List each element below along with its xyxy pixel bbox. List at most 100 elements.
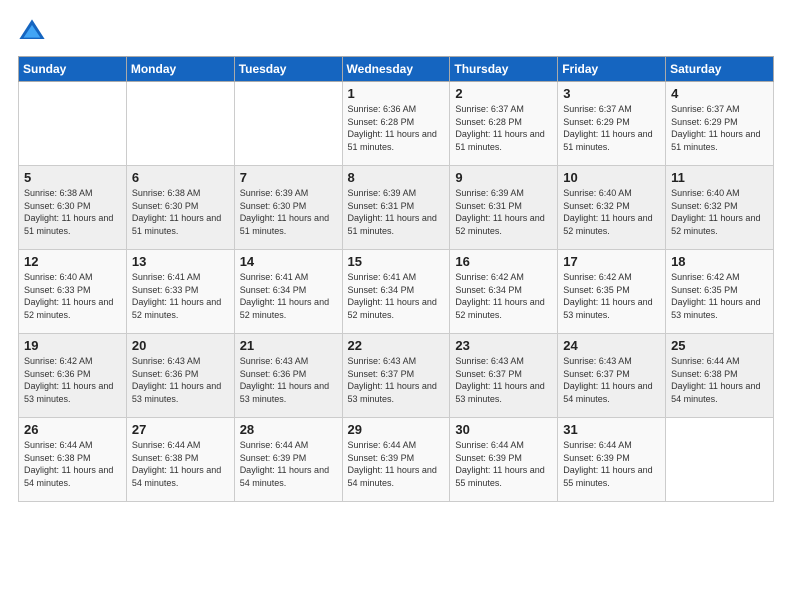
- week-row-4: 19 Sunrise: 6:42 AM Sunset: 6:36 PM Dayli…: [19, 334, 774, 418]
- day-cell: 21Sunrise: 6:43 AM Sunset: 6:36 PM Dayli…: [234, 334, 342, 418]
- day-info: Sunrise: 6:44 AM Sunset: 6:39 PM Dayligh…: [348, 439, 445, 489]
- day-cell: 28 Sunrise: 6:44 AM Sunset: 6:39 PM Dayli…: [234, 418, 342, 502]
- day-info: Sunrise: 6:43 AM Sunset: 6:37 PM Dayligh…: [348, 355, 445, 405]
- day-cell: 2 Sunrise: 6:37 AM Sunset: 6:28 PM Daylig…: [450, 82, 558, 166]
- day-cell: 24 Sunrise: 6:43 AM Sunset: 6:37 PM Dayli…: [558, 334, 666, 418]
- weekday-friday: Friday: [558, 57, 666, 82]
- day-number: 25: [671, 338, 768, 353]
- day-number: 31: [563, 422, 660, 437]
- day-info: Sunrise: 6:42 AM Sunset: 6:34 PM Dayligh…: [455, 271, 552, 321]
- day-cell: 15 Sunrise: 6:41 AM Sunset: 6:34 PM Dayli…: [342, 250, 450, 334]
- logo: [18, 18, 48, 46]
- day-number: 30: [455, 422, 552, 437]
- day-info: Sunrise: 6:44 AM Sunset: 6:38 PM Dayligh…: [132, 439, 229, 489]
- day-number: 6: [132, 170, 229, 185]
- day-number: 10: [563, 170, 660, 185]
- day-number: 9: [455, 170, 552, 185]
- page: SundayMondayTuesdayWednesdayThursdayFrid…: [0, 0, 792, 612]
- day-info: Sunrise: 6:39 AM Sunset: 6:31 PM Dayligh…: [455, 187, 552, 237]
- day-number: 2: [455, 86, 552, 101]
- day-cell: [234, 82, 342, 166]
- day-cell: 12Sunrise: 6:40 AM Sunset: 6:33 PM Dayli…: [19, 250, 127, 334]
- day-info: Sunrise: 6:38 AM Sunset: 6:30 PM Dayligh…: [24, 187, 121, 237]
- day-info: Sunrise: 6:43 AM Sunset: 6:37 PM Dayligh…: [455, 355, 552, 405]
- day-cell: 26 Sunrise: 6:44 AM Sunset: 6:38 PM Dayli…: [19, 418, 127, 502]
- day-cell: 9 Sunrise: 6:39 AM Sunset: 6:31 PM Daylig…: [450, 166, 558, 250]
- day-info: Sunrise: 6:43 AM Sunset: 6:36 PM Dayligh…: [240, 355, 337, 405]
- day-info: Sunrise: 6:40 AM Sunset: 6:32 PM Dayligh…: [671, 187, 768, 237]
- day-cell: [666, 418, 774, 502]
- day-number: 27: [132, 422, 229, 437]
- day-cell: 8Sunrise: 6:39 AM Sunset: 6:31 PM Daylig…: [342, 166, 450, 250]
- weekday-header-row: SundayMondayTuesdayWednesdayThursdayFrid…: [19, 57, 774, 82]
- day-cell: 6 Sunrise: 6:38 AM Sunset: 6:30 PM Daylig…: [126, 166, 234, 250]
- day-number: 24: [563, 338, 660, 353]
- day-number: 4: [671, 86, 768, 101]
- calendar: SundayMondayTuesdayWednesdayThursdayFrid…: [18, 56, 774, 502]
- week-row-5: 26 Sunrise: 6:44 AM Sunset: 6:38 PM Dayli…: [19, 418, 774, 502]
- day-info: Sunrise: 6:43 AM Sunset: 6:36 PM Dayligh…: [132, 355, 229, 405]
- day-info: Sunrise: 6:40 AM Sunset: 6:33 PM Dayligh…: [24, 271, 121, 321]
- day-cell: 29 Sunrise: 6:44 AM Sunset: 6:39 PM Dayli…: [342, 418, 450, 502]
- day-info: Sunrise: 6:41 AM Sunset: 6:34 PM Dayligh…: [240, 271, 337, 321]
- day-info: Sunrise: 6:40 AM Sunset: 6:32 PM Dayligh…: [563, 187, 660, 237]
- day-cell: 22Sunrise: 6:43 AM Sunset: 6:37 PM Dayli…: [342, 334, 450, 418]
- day-info: Sunrise: 6:42 AM Sunset: 6:35 PM Dayligh…: [563, 271, 660, 321]
- day-cell: [19, 82, 127, 166]
- day-info: Sunrise: 6:39 AM Sunset: 6:30 PM Dayligh…: [240, 187, 337, 237]
- weekday-sunday: Sunday: [19, 57, 127, 82]
- header: [18, 18, 774, 46]
- day-info: Sunrise: 6:36 AM Sunset: 6:28 PM Dayligh…: [348, 103, 445, 153]
- day-info: Sunrise: 6:38 AM Sunset: 6:30 PM Dayligh…: [132, 187, 229, 237]
- day-cell: 16 Sunrise: 6:42 AM Sunset: 6:34 PM Dayli…: [450, 250, 558, 334]
- day-cell: 18Sunrise: 6:42 AM Sunset: 6:35 PM Dayli…: [666, 250, 774, 334]
- day-number: 18: [671, 254, 768, 269]
- weekday-tuesday: Tuesday: [234, 57, 342, 82]
- day-cell: 27 Sunrise: 6:44 AM Sunset: 6:38 PM Dayli…: [126, 418, 234, 502]
- day-info: Sunrise: 6:37 AM Sunset: 6:28 PM Dayligh…: [455, 103, 552, 153]
- day-cell: 10 Sunrise: 6:40 AM Sunset: 6:32 PM Dayli…: [558, 166, 666, 250]
- day-info: Sunrise: 6:37 AM Sunset: 6:29 PM Dayligh…: [563, 103, 660, 153]
- day-number: 20: [132, 338, 229, 353]
- day-number: 7: [240, 170, 337, 185]
- day-cell: 19 Sunrise: 6:42 AM Sunset: 6:36 PM Dayli…: [19, 334, 127, 418]
- day-number: 14: [240, 254, 337, 269]
- day-number: 11: [671, 170, 768, 185]
- day-cell: 17Sunrise: 6:42 AM Sunset: 6:35 PM Dayli…: [558, 250, 666, 334]
- day-cell: [126, 82, 234, 166]
- week-row-3: 12Sunrise: 6:40 AM Sunset: 6:33 PM Dayli…: [19, 250, 774, 334]
- day-info: Sunrise: 6:44 AM Sunset: 6:38 PM Dayligh…: [671, 355, 768, 405]
- day-number: 15: [348, 254, 445, 269]
- day-number: 26: [24, 422, 121, 437]
- day-info: Sunrise: 6:41 AM Sunset: 6:34 PM Dayligh…: [348, 271, 445, 321]
- weekday-wednesday: Wednesday: [342, 57, 450, 82]
- day-info: Sunrise: 6:41 AM Sunset: 6:33 PM Dayligh…: [132, 271, 229, 321]
- day-number: 16: [455, 254, 552, 269]
- day-cell: 1Sunrise: 6:36 AM Sunset: 6:28 PM Daylig…: [342, 82, 450, 166]
- day-cell: 14 Sunrise: 6:41 AM Sunset: 6:34 PM Dayli…: [234, 250, 342, 334]
- week-row-2: 5 Sunrise: 6:38 AM Sunset: 6:30 PM Daylig…: [19, 166, 774, 250]
- day-cell: 31Sunrise: 6:44 AM Sunset: 6:39 PM Dayli…: [558, 418, 666, 502]
- weekday-thursday: Thursday: [450, 57, 558, 82]
- day-info: Sunrise: 6:44 AM Sunset: 6:38 PM Dayligh…: [24, 439, 121, 489]
- day-cell: 25 Sunrise: 6:44 AM Sunset: 6:38 PM Dayli…: [666, 334, 774, 418]
- day-info: Sunrise: 6:44 AM Sunset: 6:39 PM Dayligh…: [240, 439, 337, 489]
- weekday-saturday: Saturday: [666, 57, 774, 82]
- logo-icon: [18, 18, 46, 46]
- day-cell: 30Sunrise: 6:44 AM Sunset: 6:39 PM Dayli…: [450, 418, 558, 502]
- day-number: 19: [24, 338, 121, 353]
- day-info: Sunrise: 6:42 AM Sunset: 6:36 PM Dayligh…: [24, 355, 121, 405]
- weekday-monday: Monday: [126, 57, 234, 82]
- day-cell: 3Sunrise: 6:37 AM Sunset: 6:29 PM Daylig…: [558, 82, 666, 166]
- day-number: 23: [455, 338, 552, 353]
- day-number: 8: [348, 170, 445, 185]
- day-number: 5: [24, 170, 121, 185]
- day-number: 29: [348, 422, 445, 437]
- day-number: 28: [240, 422, 337, 437]
- day-cell: 11 Sunrise: 6:40 AM Sunset: 6:32 PM Dayli…: [666, 166, 774, 250]
- day-cell: 20 Sunrise: 6:43 AM Sunset: 6:36 PM Dayli…: [126, 334, 234, 418]
- day-cell: 13Sunrise: 6:41 AM Sunset: 6:33 PM Dayli…: [126, 250, 234, 334]
- week-row-1: 1Sunrise: 6:36 AM Sunset: 6:28 PM Daylig…: [19, 82, 774, 166]
- day-info: Sunrise: 6:37 AM Sunset: 6:29 PM Dayligh…: [671, 103, 768, 153]
- day-info: Sunrise: 6:43 AM Sunset: 6:37 PM Dayligh…: [563, 355, 660, 405]
